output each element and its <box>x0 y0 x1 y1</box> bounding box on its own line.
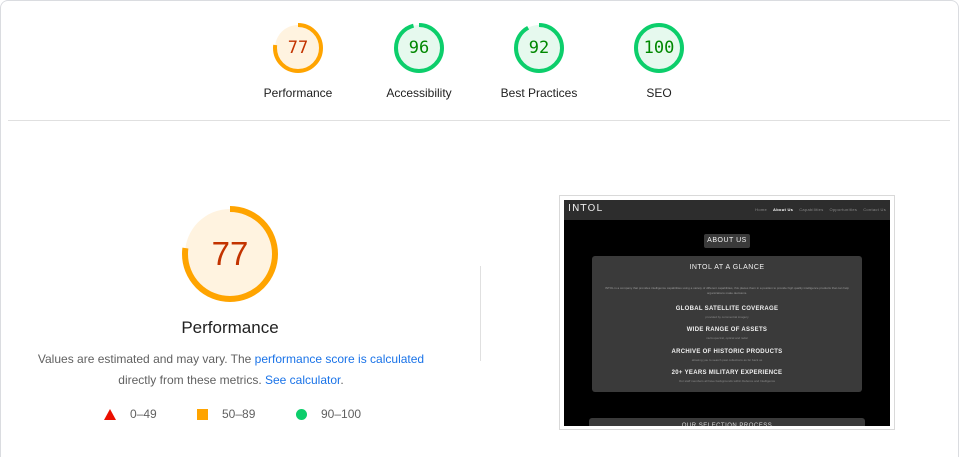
legend-average-label: 50–89 <box>222 407 256 421</box>
screenshot-nav-link: Opportunities <box>829 207 858 212</box>
gauge-ring: 96 <box>393 22 445 74</box>
gauge-accessibility[interactable]: 96 Accessibility <box>359 22 479 100</box>
score-legend: 0–49 50–89 90–100 <box>0 407 460 425</box>
green-circle-icon <box>296 408 307 420</box>
gauge-performance[interactable]: 77 Performance <box>238 22 358 100</box>
screenshot-item-text: Our staff members all have backgrounds w… <box>678 379 776 383</box>
screenshot-item-title: WIDE RANGE OF ASSETS <box>686 327 768 333</box>
gauge-ring: 100 <box>633 22 685 74</box>
header-divider <box>8 120 950 121</box>
screenshot-nav-link: Home <box>755 207 768 212</box>
screenshot-nav-link: Capabilities <box>799 207 824 212</box>
gauge-value: 92 <box>528 38 550 58</box>
gauge-value: 77 <box>287 38 309 58</box>
gauge-best-practices[interactable]: 92 Best Practices <box>479 22 599 100</box>
screenshot-logo: INTOL <box>568 203 603 214</box>
legend-pass: 90–100 <box>296 407 361 421</box>
screenshot-glance-card: INTOL AT A GLANCE INTOL is a company tha… <box>592 256 862 392</box>
section-divider <box>480 266 481 361</box>
legend-average: 50–89 <box>197 407 255 421</box>
screenshot-navbar: INTOL Home About Us Capabilities Opportu… <box>564 200 890 220</box>
performance-gauge-large: 77 <box>180 204 280 304</box>
legend-pass-label: 90–100 <box>321 407 362 421</box>
performance-description: Values are estimated and may vary. The p… <box>20 349 442 391</box>
final-screenshot[interactable]: INTOL Home About Us Capabilities Opportu… <box>559 195 895 430</box>
desc-text: directly from these metrics. <box>118 373 265 387</box>
orange-square-icon <box>197 408 208 420</box>
gauge-seo[interactable]: 100 SEO <box>599 22 719 100</box>
screenshot-nav-link: About Us <box>773 207 794 212</box>
screenshot-about-button: ABOUT US <box>704 234 750 248</box>
category-gauges: 77 Performance 96 Accessibility 92 Best … <box>0 22 960 112</box>
screenshot-item-title: GLOBAL SATELLITE COVERAGE <box>675 306 779 312</box>
desc-text: . <box>340 373 344 387</box>
performance-score-link[interactable]: performance score is calculated <box>255 352 424 366</box>
desc-text: Values are estimated and may vary. The <box>37 352 255 366</box>
gauge-value: 96 <box>408 38 430 58</box>
gauge-value: 100 <box>643 38 675 58</box>
screenshot-item-text: provided by commercial imagery <box>705 315 749 319</box>
legend-fail-label: 0–49 <box>130 407 157 421</box>
screenshot-nav-link: Contact Us <box>863 207 886 212</box>
gauge-label: Best Practices <box>500 86 578 100</box>
gauge-label: Performance <box>263 86 333 100</box>
screenshot-card-paragraph: INTOL is a company that provides intelli… <box>605 286 849 295</box>
screenshot-selection-card: OUR SELECTION PROCESS <box>589 418 865 426</box>
gauge-label: SEO <box>646 86 672 100</box>
screenshot-page: INTOL Home About Us Capabilities Opportu… <box>564 200 890 426</box>
screenshot-item-title: 20+ YEARS MILITARY EXPERIENCE <box>671 370 783 376</box>
screenshot-card-heading: INTOL AT A GLANCE <box>689 264 765 271</box>
gauge-ring: 77 <box>272 22 324 74</box>
gauge-label: Accessibility <box>386 86 452 100</box>
screenshot-item-text: multi-spectral, optical and radar <box>706 336 748 340</box>
screenshot-item-title: ARCHIVE OF HISTORIC PRODUCTS <box>671 349 783 355</box>
performance-title: Performance <box>181 318 279 337</box>
screenshot-nav-links: Home About Us Capabilities Opportunities… <box>755 207 886 212</box>
see-calculator-link[interactable]: See calculator <box>265 373 340 387</box>
performance-score: 77 <box>211 235 249 272</box>
red-triangle-icon <box>104 408 116 420</box>
legend-fail: 0–49 <box>104 407 157 421</box>
screenshot-item-text: allowing you to search past collections … <box>691 358 763 362</box>
gauge-ring: 92 <box>513 22 565 74</box>
